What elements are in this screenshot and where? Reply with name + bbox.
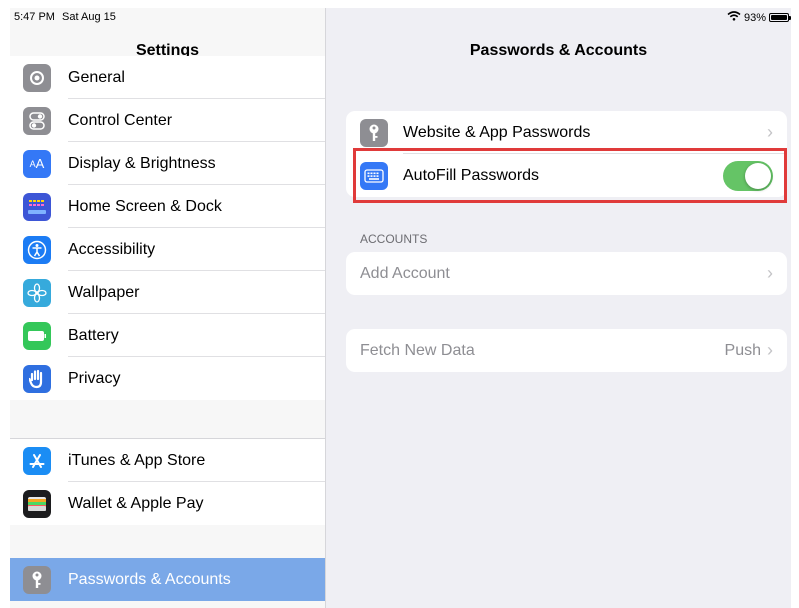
sidebar-item-privacy[interactable]: Privacy bbox=[10, 357, 325, 400]
settings-group-main: General Control Center AA Display & Brig… bbox=[10, 56, 325, 400]
sidebar-item-passwords-accounts[interactable]: Passwords & Accounts bbox=[10, 558, 325, 601]
fetch-new-data-value: Push bbox=[724, 341, 761, 359]
sidebar-item-label: Wallet & Apple Pay bbox=[68, 495, 204, 512]
sidebar-item-control-center[interactable]: Control Center bbox=[10, 99, 325, 142]
fetch-card: Fetch New Data Push › bbox=[346, 329, 787, 372]
page-title: Passwords & Accounts bbox=[469, 42, 648, 59]
chevron-right-icon: › bbox=[767, 122, 773, 142]
home-grid-icon bbox=[23, 192, 51, 221]
settings-group-store: iTunes & App Store Wallet & Apple Pay bbox=[10, 438, 325, 525]
gear-icon bbox=[23, 63, 51, 92]
chevron-right-icon: › bbox=[767, 340, 773, 360]
key-icon bbox=[360, 118, 388, 147]
sidebar-item-itunes-app-store[interactable]: iTunes & App Store bbox=[10, 439, 325, 482]
sidebar-item-label: Home Screen & Dock bbox=[68, 185, 325, 228]
status-date: Sat Aug 15 bbox=[62, 11, 116, 23]
autofill-toggle[interactable] bbox=[723, 160, 773, 191]
autofill-passwords-label: AutoFill Passwords bbox=[403, 166, 540, 184]
add-account-row[interactable]: Add Account › bbox=[346, 252, 787, 295]
wallet-icon bbox=[23, 489, 51, 518]
accounts-card: Add Account › bbox=[346, 252, 787, 295]
settings-group-accounts: Passwords & Accounts bbox=[10, 558, 325, 601]
flower-icon bbox=[23, 278, 51, 307]
sidebar-item-label: Accessibility bbox=[68, 228, 325, 271]
sidebar-item-label: Control Center bbox=[68, 99, 325, 142]
sidebar-item-accessibility[interactable]: Accessibility bbox=[10, 228, 325, 271]
keyboard-icon bbox=[360, 161, 388, 190]
sidebar-item-label: Passwords & Accounts bbox=[68, 571, 231, 588]
sidebar-item-battery[interactable]: Battery bbox=[10, 314, 325, 357]
add-account-label: Add Account bbox=[360, 264, 450, 282]
fetch-new-data-label: Fetch New Data bbox=[360, 341, 475, 359]
settings-sidebar: 5:47 PM Sat Aug 15 Settings General Cont… bbox=[10, 8, 326, 608]
sidebar-item-wallet-apple-pay[interactable]: Wallet & Apple Pay bbox=[10, 482, 325, 525]
sidebar-item-display-brightness[interactable]: AA Display & Brightness bbox=[10, 142, 325, 185]
accounts-section-header: ACCOUNTS bbox=[360, 232, 428, 246]
wifi-icon bbox=[727, 11, 741, 24]
autofill-passwords-row: AutoFill Passwords bbox=[346, 154, 787, 197]
hand-icon bbox=[23, 364, 51, 393]
status-bar-left: 5:47 PM Sat Aug 15 bbox=[14, 11, 116, 23]
toggle-knob bbox=[745, 162, 771, 189]
battery-icon bbox=[23, 321, 51, 350]
sidebar-item-general[interactable]: General bbox=[10, 56, 325, 99]
toggles-icon bbox=[23, 106, 51, 135]
website-app-passwords-label: Website & App Passwords bbox=[403, 123, 591, 141]
sidebar-item-label: General bbox=[68, 56, 325, 99]
battery-percent: 93% bbox=[743, 11, 766, 24]
sidebar-item-label: Wallpaper bbox=[68, 271, 325, 314]
website-app-passwords-row[interactable]: Website & App Passwords › bbox=[346, 111, 787, 154]
ipad-screen: 5:47 PM Sat Aug 15 Settings General Cont… bbox=[10, 8, 791, 608]
status-battery-icon bbox=[769, 13, 791, 22]
app-store-icon bbox=[23, 446, 51, 475]
sidebar-item-home-screen-dock[interactable]: Home Screen & Dock bbox=[10, 185, 325, 228]
key-icon bbox=[23, 565, 51, 594]
chevron-right-icon: › bbox=[767, 263, 773, 283]
passwords-card: Website & App Passwords › AutoFill Passw… bbox=[346, 111, 787, 197]
accessibility-icon bbox=[23, 235, 51, 264]
status-bar-right: 93% bbox=[727, 11, 791, 24]
sidebar-item-label: Display & Brightness bbox=[68, 142, 325, 185]
text-size-icon: AA bbox=[23, 149, 51, 178]
sidebar-item-label: Battery bbox=[68, 314, 325, 357]
sidebar-item-wallpaper[interactable]: Wallpaper bbox=[10, 271, 325, 314]
status-time: 5:47 PM bbox=[14, 11, 55, 23]
sidebar-item-label: iTunes & App Store bbox=[68, 439, 325, 482]
fetch-new-data-row[interactable]: Fetch New Data Push › bbox=[346, 329, 787, 372]
sidebar-item-label: Privacy bbox=[68, 370, 121, 387]
